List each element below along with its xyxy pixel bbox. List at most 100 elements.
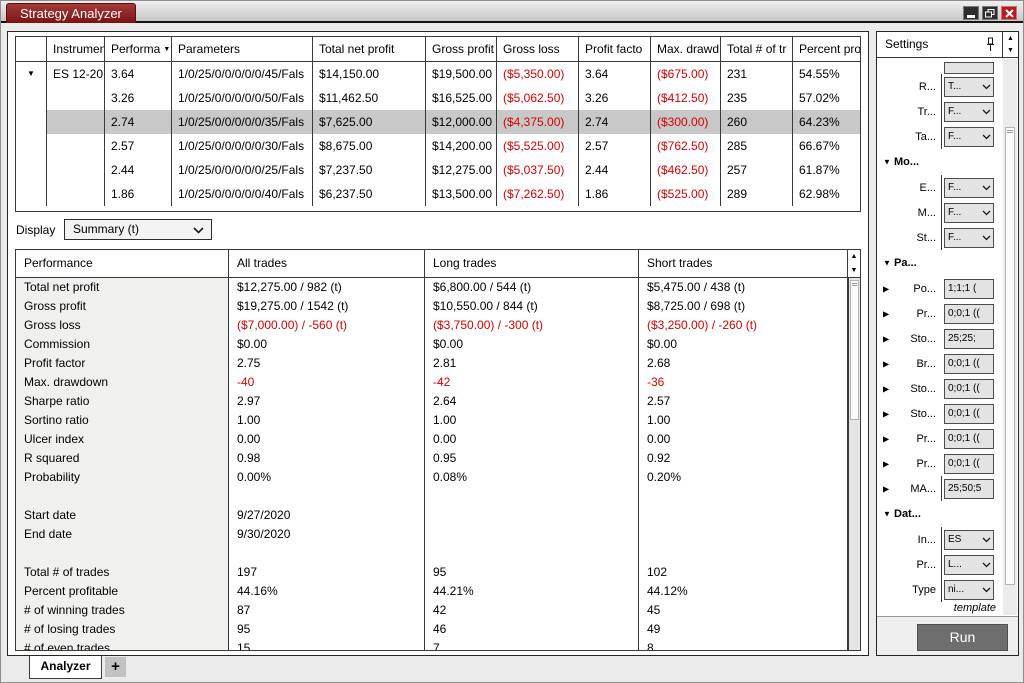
- section-collapse-icon[interactable]: ▼: [883, 510, 891, 519]
- settings-field-value[interactable]: 0;0;1 ((: [944, 428, 994, 449]
- settings-field-value[interactable]: 25;50;5: [944, 478, 994, 499]
- scroll-down-icon[interactable]: ▼: [848, 263, 860, 277]
- settings-field-dropdown[interactable]: F...: [944, 177, 994, 198]
- results-cell: 3.64: [105, 62, 172, 86]
- results-cell: 1/0/25/0/0/0/0/0/30/Fals: [172, 134, 313, 158]
- settings-field-value[interactable]: 1;1;1 (: [944, 278, 994, 299]
- section-collapse-icon[interactable]: ▼: [883, 259, 891, 268]
- tab-analyzer[interactable]: Analyzer: [29, 656, 102, 679]
- performance-row: Gross loss ($7,000.00) / -560 (t) ($3,750.…: [16, 316, 860, 335]
- settings-field-value-text: L...: [948, 558, 962, 570]
- scroll-up-icon[interactable]: ▲: [848, 250, 860, 264]
- settings-field-value[interactable]: 25;25;: [944, 328, 994, 349]
- settings-field-dropdown[interactable]: ni...: [944, 579, 994, 600]
- performance-row: End date 9/30/2020: [16, 525, 860, 544]
- results-cell: 2.57: [105, 134, 172, 158]
- results-column-header[interactable]: Profit facto: [579, 37, 651, 61]
- settings-field-dropdown[interactable]: F...: [944, 202, 994, 223]
- results-column-header[interactable]: Total net profit: [313, 37, 426, 61]
- results-column-header[interactable]: Max. drawd: [651, 37, 721, 61]
- performance-scrollbar-thumb[interactable]: [850, 280, 859, 420]
- performance-value: 7: [425, 639, 639, 650]
- performance-value: 87: [229, 601, 425, 620]
- settings-field-row: Type ni...: [877, 577, 1002, 602]
- settings-field-row: In... ES: [877, 527, 1002, 552]
- row-expander-empty: [16, 86, 47, 110]
- results-cell: 1/0/25/0/0/0/0/0/50/Fals: [172, 86, 313, 110]
- performance-value: [425, 506, 639, 525]
- settings-field-row: R... T...: [877, 74, 1002, 99]
- results-row[interactable]: 1.86 1/0/25/0/0/0/0/0/40/Fals $6,237.50 $13…: [16, 182, 860, 206]
- settings-field-label: Po...: [913, 282, 936, 295]
- settings-section-row[interactable]: ▼ Dat...: [877, 501, 1002, 527]
- close-button[interactable]: [1001, 6, 1017, 20]
- settings-field-value[interactable]: 0;0;1 ((: [944, 303, 994, 324]
- settings-field-value[interactable]: 0;0;1 ((: [944, 353, 994, 374]
- scroll-up-icon[interactable]: ▲: [1003, 32, 1018, 45]
- performance-value: ($3,250.00) / -260 (t): [639, 316, 848, 335]
- settings-field-dropdown[interactable]: F...: [944, 101, 994, 122]
- display-dropdown[interactable]: Summary (t): [64, 219, 212, 240]
- settings-field-row: Ta... F...: [877, 124, 1002, 149]
- results-cell: 2.74: [579, 110, 651, 134]
- settings-field-row: Tr... F...: [877, 99, 1002, 124]
- settings-field-value-text: F...: [948, 231, 962, 243]
- results-row[interactable]: 3.26 1/0/25/0/0/0/0/0/50/Fals $11,462.50 $1…: [16, 86, 860, 110]
- performance-value: 46: [425, 620, 639, 639]
- settings-field-row: St... F...: [877, 225, 1002, 250]
- settings-field-clipped[interactable]: [944, 62, 994, 74]
- settings-scrollbar[interactable]: [1003, 59, 1017, 615]
- settings-field-dropdown[interactable]: T...: [944, 76, 994, 97]
- template-link[interactable]: template: [954, 602, 996, 614]
- performance-value: 0.92: [639, 449, 848, 468]
- results-column-header[interactable]: Performa ▼: [105, 37, 172, 61]
- performance-metric-label: Probability: [16, 468, 229, 487]
- settings-section-row[interactable]: ▼ Pa...: [877, 250, 1002, 276]
- add-tab-button[interactable]: +: [105, 657, 126, 677]
- performance-scrollbar[interactable]: [848, 278, 860, 650]
- pin-icon[interactable]: [986, 37, 995, 58]
- settings-field-value-text: 0;0;1 ((: [948, 432, 980, 444]
- run-button[interactable]: Run: [917, 624, 1008, 651]
- results-cell: 62.98%: [799, 187, 840, 201]
- settings-field-row: ▶ Br... 0;0;1 ((: [877, 351, 1002, 376]
- section-collapse-icon[interactable]: ▼: [883, 158, 891, 167]
- results-row[interactable]: 2.44 1/0/25/0/0/0/0/0/25/Fals $7,237.50 $12…: [16, 158, 860, 182]
- performance-value: ($7,000.00) / -560 (t): [229, 316, 425, 335]
- settings-scrollbar-thumb[interactable]: [1005, 127, 1015, 585]
- results-column-header[interactable]: Parameters: [172, 37, 313, 61]
- minimize-button[interactable]: [963, 6, 979, 20]
- scroll-down-icon[interactable]: ▼: [1003, 45, 1018, 58]
- results-cell: 231: [721, 62, 793, 86]
- restore-button[interactable]: [982, 6, 998, 20]
- settings-field-dropdown[interactable]: F...: [944, 227, 994, 248]
- results-column-header[interactable]: Gross profit: [426, 37, 497, 61]
- results-column-header[interactable]: Percent pro: [793, 37, 860, 61]
- group-divider: [941, 99, 942, 124]
- settings-field-value[interactable]: 0;0;1 ((: [944, 403, 994, 424]
- results-cell: 61.87%: [799, 163, 840, 177]
- performance-row: Percent profitable 44.16% 44.21% 44.12%: [16, 582, 860, 601]
- results-cell: $6,237.50: [313, 182, 426, 206]
- results-cell: $19,500.00: [426, 62, 497, 86]
- results-row[interactable]: ▼ ES 12-20 3.64 1/0/25/0/0/0/0/0/45/Fals $14…: [16, 62, 860, 86]
- results-column-header[interactable]: Gross loss: [497, 37, 579, 61]
- performance-value: 2.57: [639, 392, 848, 411]
- results-cell: $14,200.00: [426, 134, 497, 158]
- settings-section-row[interactable]: ▼ Mo...: [877, 149, 1002, 175]
- row-expander-empty: [16, 182, 47, 206]
- results-cell: 257: [721, 158, 793, 182]
- settings-field-dropdown[interactable]: F...: [944, 126, 994, 147]
- settings-field-value[interactable]: 0;0;1 ((: [944, 378, 994, 399]
- results-column-header[interactable]: Total # of tr: [721, 37, 793, 61]
- performance-value: 44.21%: [425, 582, 639, 601]
- settings-field-value[interactable]: 0;0;1 ((: [944, 453, 994, 474]
- results-row[interactable]: 2.74 1/0/25/0/0/0/0/0/35/Fals $7,625.00 $12…: [16, 110, 860, 134]
- row-expander-icon[interactable]: ▼: [16, 62, 47, 86]
- results-cell: [47, 134, 105, 158]
- results-column-header[interactable]: Instrument: [47, 37, 105, 61]
- settings-field-dropdown[interactable]: ES: [944, 529, 994, 550]
- settings-field-dropdown[interactable]: L...: [944, 554, 994, 575]
- performance-value: [425, 525, 639, 544]
- results-row[interactable]: 2.57 1/0/25/0/0/0/0/0/30/Fals $8,675.00 $14…: [16, 134, 860, 158]
